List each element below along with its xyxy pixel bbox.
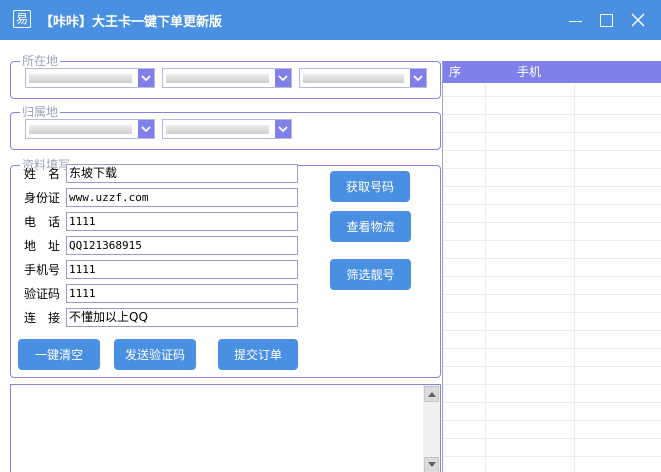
maximize-button[interactable] bbox=[594, 8, 618, 32]
send-code-button[interactable]: 发送验证码 bbox=[114, 339, 196, 370]
dropdown-button[interactable] bbox=[138, 120, 154, 138]
filter-number-button[interactable]: 筛选靓号 bbox=[330, 259, 411, 290]
close-icon bbox=[631, 13, 645, 27]
column-header-index[interactable]: 序 bbox=[449, 64, 461, 80]
column-divider bbox=[574, 83, 575, 472]
mobile-input[interactable]: 1111 bbox=[66, 260, 298, 279]
chevron-down-icon bbox=[278, 75, 288, 82]
close-button[interactable] bbox=[626, 8, 650, 32]
clear-all-button[interactable]: 一键清空 bbox=[18, 339, 100, 370]
triangle-down-icon bbox=[427, 462, 436, 467]
log-textarea[interactable] bbox=[10, 384, 441, 472]
mobile-label: 手机号 bbox=[24, 263, 61, 277]
get-number-button[interactable]: 获取号码 bbox=[330, 171, 410, 202]
phone-label: 电 话 bbox=[24, 215, 61, 229]
triangle-up-icon bbox=[427, 392, 436, 397]
maximize-icon bbox=[599, 13, 613, 27]
select-value bbox=[29, 125, 132, 134]
scroll-down-button[interactable] bbox=[424, 457, 439, 472]
table-header: 序 手机 bbox=[443, 61, 661, 83]
location-legend: 所在地 bbox=[20, 53, 61, 69]
chevron-down-icon bbox=[141, 126, 151, 133]
scroll-up-button[interactable] bbox=[424, 386, 439, 402]
attribution-city-select[interactable] bbox=[162, 119, 292, 139]
app-icon: 易 bbox=[13, 10, 31, 28]
window-title: 【咔咔】大王卡一键下单更新版 bbox=[40, 15, 223, 30]
location-group: 所在地 bbox=[10, 53, 441, 99]
verify-code-input[interactable]: 1111 bbox=[66, 284, 298, 303]
dropdown-button[interactable] bbox=[275, 120, 291, 138]
address-label: 地 址 bbox=[24, 239, 61, 253]
chevron-down-icon bbox=[278, 126, 288, 133]
title-bar: 易 【咔咔】大王卡一键下单更新版 bbox=[0, 0, 661, 40]
check-logistics-button[interactable]: 查看物流 bbox=[330, 211, 411, 242]
minimize-button[interactable] bbox=[563, 8, 587, 32]
phone-input[interactable]: 1111 bbox=[66, 212, 298, 231]
column-header-phone[interactable]: 手机 bbox=[517, 64, 541, 80]
chevron-down-icon bbox=[141, 75, 151, 82]
submit-order-button[interactable]: 提交订单 bbox=[218, 339, 298, 370]
select-value bbox=[303, 74, 404, 83]
select-value bbox=[166, 74, 269, 83]
result-table[interactable]: 序 手机 bbox=[442, 61, 661, 472]
name-input[interactable]: 东坡下载 bbox=[66, 164, 298, 183]
vertical-scrollbar[interactable] bbox=[423, 385, 440, 472]
location-city-select[interactable] bbox=[162, 68, 292, 88]
select-value bbox=[29, 74, 132, 83]
link-input[interactable]: 不懂加以上QQ bbox=[66, 308, 298, 327]
column-divider bbox=[485, 83, 486, 472]
id-card-input[interactable]: www.uzzf.com bbox=[66, 188, 298, 207]
dropdown-button[interactable] bbox=[410, 69, 426, 87]
chevron-down-icon bbox=[413, 75, 423, 82]
minimize-icon bbox=[568, 20, 582, 22]
dropdown-button[interactable] bbox=[138, 69, 154, 87]
id-card-label: 身份证 bbox=[24, 191, 61, 205]
address-input[interactable]: QQ121368915 bbox=[66, 236, 298, 255]
attribution-legend: 归属地 bbox=[20, 104, 61, 120]
attribution-group: 归属地 bbox=[10, 104, 441, 150]
select-value bbox=[166, 125, 269, 134]
dropdown-button[interactable] bbox=[275, 69, 291, 87]
name-label: 姓 名 bbox=[24, 167, 61, 181]
link-label: 连 接 bbox=[24, 311, 61, 325]
attribution-province-select[interactable] bbox=[25, 119, 155, 139]
verify-code-label: 验证码 bbox=[24, 287, 61, 301]
location-district-select[interactable] bbox=[299, 68, 427, 88]
location-province-select[interactable] bbox=[25, 68, 155, 88]
